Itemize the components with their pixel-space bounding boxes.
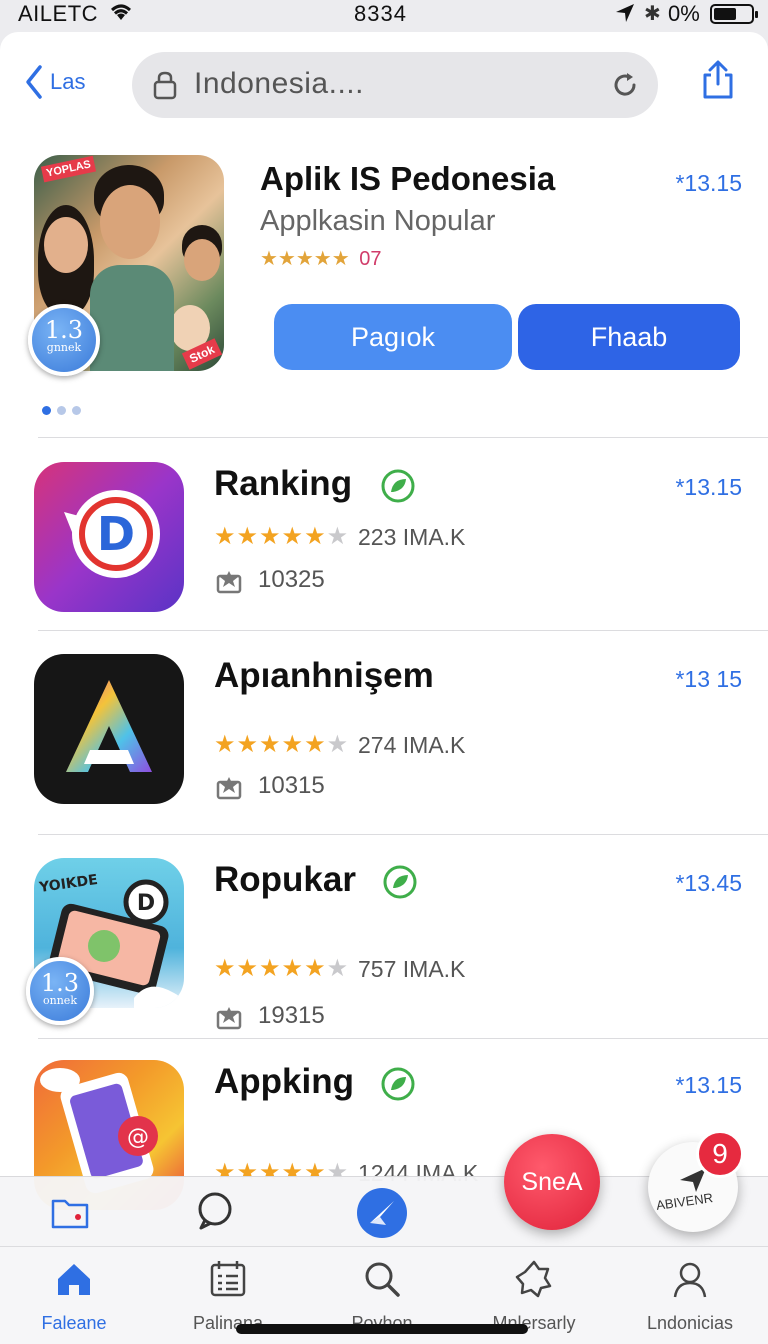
folder-icon[interactable]	[50, 1193, 90, 1231]
home-icon	[58, 1264, 90, 1295]
featured-tag-top: YOPLAS	[40, 155, 97, 183]
download-count-icon	[216, 571, 242, 594]
verified-leaf-icon	[381, 469, 415, 503]
download-count-icon	[216, 1007, 242, 1030]
share-icon[interactable]	[700, 60, 736, 100]
tab-categories[interactable]: Mnlersarly	[464, 1259, 604, 1334]
tab-account[interactable]: Lndonicias	[620, 1259, 760, 1334]
stars-filled: ★★★★★	[214, 731, 327, 758]
download-count: 10325	[258, 566, 325, 593]
location-icon	[616, 4, 634, 22]
tab-search[interactable]: Povhon	[312, 1259, 452, 1334]
download-count: 10315	[258, 772, 325, 799]
chat-bubble-icon[interactable]	[196, 1191, 234, 1231]
badge-subtext: onnek	[43, 994, 77, 1007]
chevron-left-icon	[26, 65, 42, 99]
featured-primary-button[interactable]: Pagıok	[274, 304, 512, 370]
page-dot[interactable]	[57, 406, 66, 415]
rating-count: 274 IMA.K	[358, 732, 466, 758]
featured-badge: 1.3 gnnek	[28, 304, 100, 376]
app-price[interactable]: *13.15	[675, 474, 742, 501]
lock-icon	[153, 71, 177, 100]
app-store-sheet: Las Indonesia.... YOPLAS Stok 1.3 gnnek …	[0, 32, 768, 1344]
carrier-name: AILETC	[18, 1, 99, 26]
star-rating-icon: ★★★★★★	[214, 730, 349, 759]
stars-filled: ★★★★★	[214, 955, 327, 982]
battery-percent: 0%	[668, 1, 700, 26]
list-item[interactable]: D YOIKDE Ropukar *13.45 ★★★★★★ 757 IMA.K…	[0, 858, 768, 1048]
app-price[interactable]: *13.15	[675, 1072, 742, 1099]
svg-text:@: @	[127, 1125, 149, 1150]
badge-number: 1.3	[40, 969, 80, 997]
home-indicator	[236, 1324, 528, 1334]
battery-icon	[710, 4, 758, 24]
featured-secondary-button[interactable]: Fhaab	[518, 304, 740, 370]
star-rating-icon: ★★★★★★	[214, 522, 349, 551]
featured-rating: ★★★★★ 07	[260, 246, 381, 271]
tab-list[interactable]: Palinana	[158, 1259, 298, 1334]
stars-empty: ★	[326, 955, 350, 982]
featured-subtitle: Applkasin Nopular	[260, 205, 496, 237]
svg-text:D: D	[97, 507, 135, 561]
reload-icon[interactable]	[610, 70, 640, 100]
star-rating-icon: ★★★★★★	[214, 954, 349, 983]
download-count-icon	[216, 777, 242, 800]
rating-count: 223 IMA.K	[358, 524, 466, 550]
app-name[interactable]: Apıanhnişem	[214, 656, 434, 696]
search-icon	[365, 1262, 400, 1297]
verified-leaf-icon	[381, 1067, 415, 1101]
verified-leaf-icon	[383, 865, 417, 899]
divider	[38, 437, 768, 438]
app-name[interactable]: Ranking	[214, 464, 352, 504]
tab-home[interactable]: Faleane	[4, 1259, 144, 1334]
divider	[38, 1038, 768, 1039]
download-count: 19315	[258, 1002, 325, 1029]
d-speech-bubble-icon: D	[34, 462, 184, 612]
search-text: Indonesia....	[194, 67, 364, 100]
app-badge: 1.3 onnek	[26, 957, 94, 1025]
divider	[38, 630, 768, 631]
app-price[interactable]: *13 15	[675, 666, 742, 693]
colorful-a-icon	[34, 654, 184, 804]
featured-price[interactable]: *13.15	[675, 170, 742, 197]
star-badge-icon	[515, 1260, 552, 1298]
stars-empty: ★	[326, 523, 350, 550]
app-name[interactable]: Appking	[214, 1062, 354, 1102]
tab-label: Lndonicias	[646, 1313, 734, 1333]
featured-title[interactable]: Aplik IS Pedonesia	[260, 160, 555, 198]
back-label: Las	[50, 69, 86, 94]
app-price[interactable]: *13.45	[675, 870, 742, 897]
list-item[interactable]: D Ranking *13.15 ★★★★★★ 223 IMA.K 10325	[0, 462, 768, 652]
carousel-page-indicator[interactable]	[42, 406, 81, 415]
person-icon	[673, 1262, 707, 1298]
status-bar: AILETC 8334 ✱ 0%	[0, 0, 768, 30]
wifi-icon	[111, 4, 131, 20]
page-dot[interactable]	[72, 406, 81, 415]
search-bar[interactable]: Indonesia....	[132, 52, 658, 118]
clock: 8334	[354, 1, 407, 26]
list-item[interactable]: Apıanhnişem *13 15 ★★★★★★ 274 IMA.K 1031…	[0, 654, 768, 844]
bluetooth-icon: ✱	[644, 3, 661, 25]
featured-rating-count: 07	[359, 248, 382, 270]
star-rating-icon: ★★★★★	[260, 248, 350, 270]
phone-food-icon-label: YOIKDE	[37, 872, 98, 896]
stars-filled: ★★★★★	[214, 523, 327, 550]
floating-navigate-label: ABIVENR	[655, 1190, 714, 1213]
svg-text:D: D	[137, 891, 155, 916]
app-name[interactable]: Ropukar	[214, 860, 356, 900]
floating-red-button[interactable]: SneA	[504, 1134, 600, 1230]
divider	[38, 834, 768, 835]
back-button[interactable]: Las	[24, 62, 85, 102]
page-dot[interactable]	[42, 406, 51, 415]
rating-count: 757 IMA.K	[358, 956, 466, 982]
stars-empty: ★	[326, 731, 350, 758]
tab-label: Faleane	[41, 1313, 107, 1333]
badge-subtext: gnnek	[46, 341, 82, 354]
compass-icon[interactable]	[356, 1187, 408, 1239]
notification-badge[interactable]: 9	[696, 1130, 744, 1178]
badge-number: 1.3	[44, 316, 84, 344]
list-icon	[210, 1261, 246, 1297]
